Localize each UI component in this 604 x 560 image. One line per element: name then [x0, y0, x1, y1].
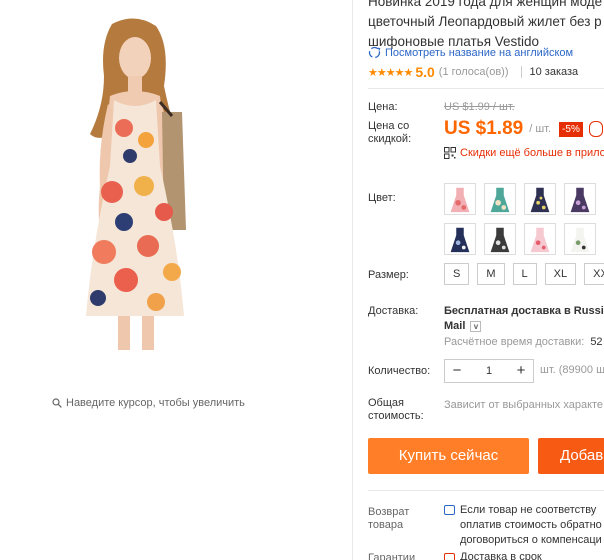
size-option-xxl[interactable]: XXL: [584, 263, 604, 285]
guarantee-text: Доставка в срок: [460, 551, 542, 560]
product-title: Новинка 2019 года для женщин моде цветоч…: [368, 0, 604, 52]
color-swatch[interactable]: [444, 223, 476, 255]
product-gallery: Наведите курсор, чтобы увеличить: [0, 0, 352, 560]
translate-title-link[interactable]: Посмотреть название на английском: [368, 46, 573, 59]
shipping-label: Доставка:: [368, 305, 419, 317]
zoom-hint-text: Наведите курсор, чтобы увеличить: [66, 397, 245, 409]
color-swatch[interactable]: [444, 183, 476, 215]
returns-line: договориться о компенсаци: [460, 534, 602, 546]
shipping-method-text: Бесплатная доставка в Russian: [444, 305, 604, 317]
product-title-line: цветочный Леопардовый жилет без р: [368, 14, 602, 29]
total-label: Общая стоимость:: [368, 397, 424, 422]
size-options: S M L XL XXL: [444, 263, 604, 285]
total-note: Зависит от выбранных характе: [444, 399, 604, 411]
color-swatch[interactable]: [564, 183, 596, 215]
old-price: US $1.99 / шт.: [444, 101, 515, 113]
buy-now-button[interactable]: Купить сейчас: [368, 438, 529, 474]
product-info: Новинка 2019 года для женщин моде цветоч…: [368, 0, 604, 560]
delivery-time-value: 52: [590, 336, 603, 348]
current-price-row: US $1.89 / шт. -5%: [444, 118, 603, 140]
price-unit: / шт.: [529, 123, 552, 135]
quantity-input[interactable]: 1: [469, 365, 509, 377]
return-policy-icon: [444, 505, 455, 515]
size-option-l[interactable]: L: [512, 263, 537, 285]
quantity-available: шт. (89900 ш: [540, 364, 604, 376]
chevron-down-icon[interactable]: v: [470, 320, 482, 332]
size-label: Размер:: [368, 269, 409, 281]
delivery-time-label: Расчётное время доставки:: [444, 336, 585, 348]
translate-icon: [368, 46, 381, 59]
shipping-carrier: Mail: [444, 320, 466, 332]
color-swatch[interactable]: [524, 223, 556, 255]
product-title-line: Новинка 2019 года для женщин моде: [368, 0, 603, 9]
size-option-xl[interactable]: XL: [544, 263, 577, 285]
add-to-cart-button[interactable]: Добав: [538, 438, 604, 474]
discount-badge: -5%: [559, 121, 583, 137]
returns-line: оплатив стоимость обратно: [460, 519, 602, 531]
coupon-badge[interactable]: [588, 121, 603, 137]
app-discount-link[interactable]: Скидки ещё больше в прило: [444, 147, 604, 159]
quantity-plus-button[interactable]: +: [509, 360, 533, 382]
rating-row: ★★★★★ 5.0 (1 голоса(ов)) 10 заказа: [368, 64, 578, 80]
orders-count: 10 заказа: [529, 66, 579, 78]
star-rating-icon[interactable]: ★★★★★: [368, 66, 413, 79]
color-swatches: [444, 183, 604, 255]
size-option-m[interactable]: M: [477, 263, 505, 285]
color-swatch[interactable]: [524, 183, 556, 215]
translate-link-text: Посмотреть название на английском: [385, 46, 574, 59]
color-swatch[interactable]: [484, 223, 516, 255]
quantity-stepper: − 1 +: [444, 359, 534, 383]
votes-count-link[interactable]: (1 голоса(ов)): [439, 66, 509, 78]
divider: [368, 88, 604, 89]
column-divider: [352, 0, 353, 560]
divider: [368, 490, 604, 491]
quantity-label: Количество:: [368, 365, 431, 377]
shipping-method: Бесплатная доставка в Russian Mail v: [444, 304, 604, 334]
discount-price-label: Цена со скидкой:: [368, 120, 412, 145]
product-main-image[interactable]: [60, 16, 210, 350]
delivery-time: Расчётное время доставки: 52: [444, 336, 603, 348]
qr-code-icon: [444, 147, 456, 159]
color-swatch[interactable]: [564, 223, 596, 255]
quantity-minus-button[interactable]: −: [445, 360, 469, 382]
current-price: US $1.89: [444, 118, 524, 139]
color-label: Цвет:: [368, 192, 396, 204]
returns-text: Если товар не соответству оплатив стоимо…: [460, 503, 602, 548]
zoom-hint: Наведите курсор, чтобы увеличить: [52, 397, 245, 409]
returns-line: Если товар не соответству: [460, 504, 597, 516]
guarantee-icon: [444, 553, 455, 560]
guarantee-label: Гарантии: [368, 552, 416, 560]
returns-label: Возврат товара: [368, 506, 410, 531]
price-label: Цена:: [368, 101, 398, 113]
size-option-s[interactable]: S: [444, 263, 470, 285]
app-discount-text: Скидки ещё больше в прило: [460, 147, 604, 159]
color-swatch[interactable]: [484, 183, 516, 215]
rating-value: 5.0: [415, 64, 435, 80]
search-icon: [52, 398, 62, 408]
separator: [520, 66, 522, 78]
